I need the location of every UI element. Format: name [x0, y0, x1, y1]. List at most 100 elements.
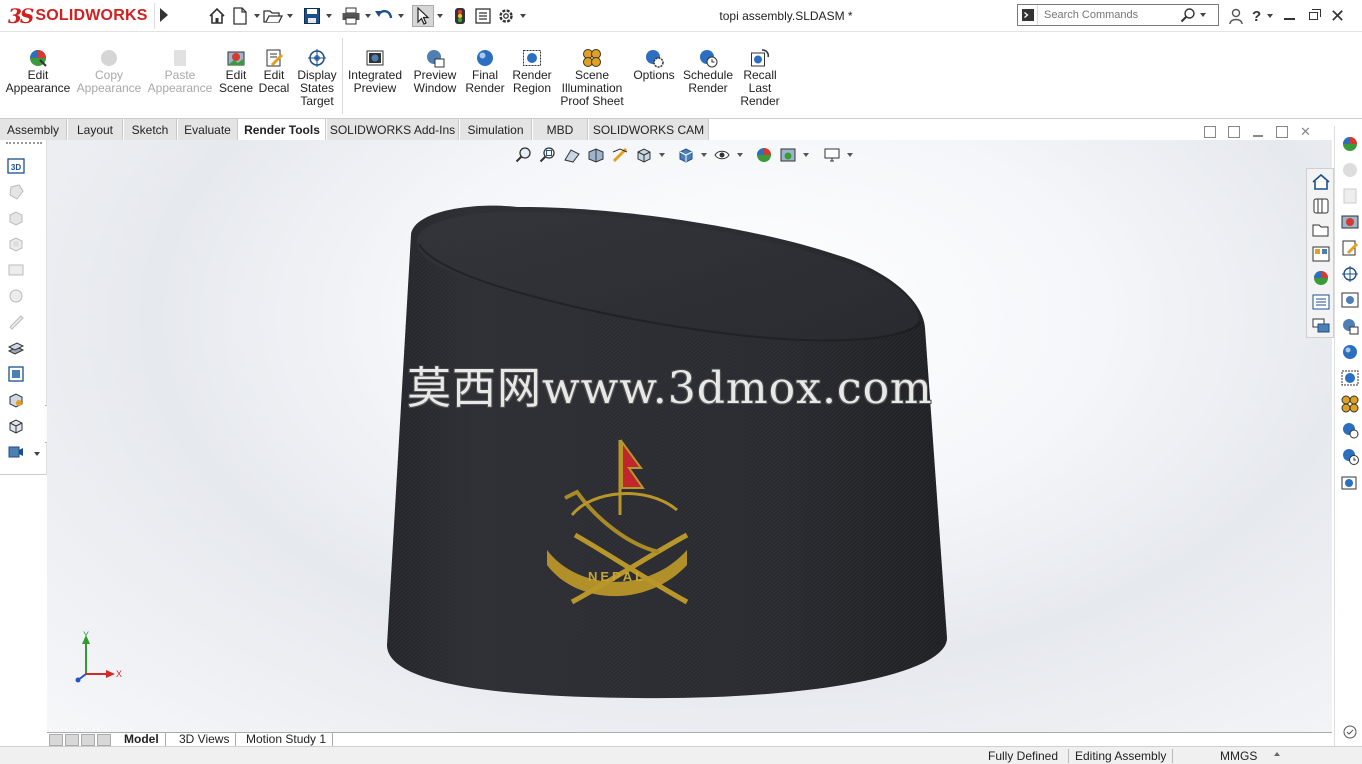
- tab-simulation[interactable]: Simulation: [460, 119, 532, 141]
- tab-assembly[interactable]: Assembly: [0, 119, 67, 141]
- custom-properties-icon[interactable]: [1311, 292, 1331, 312]
- rs-copy-appearance-icon[interactable]: [1340, 160, 1360, 180]
- rs-preview-window-icon[interactable]: [1340, 316, 1360, 336]
- tab-layout[interactable]: Layout: [68, 119, 123, 141]
- edit-appearance-button[interactable]: Edit Appearance: [0, 48, 78, 95]
- rs-schedule-render-icon[interactable]: [1340, 446, 1360, 466]
- viewport-close-icon[interactable]: ✕: [1300, 125, 1312, 138]
- rs-options-icon[interactable]: [1340, 420, 1360, 440]
- dynamic-annotation-icon[interactable]: [610, 146, 630, 164]
- graphics-area[interactable]: NEPAL 莫西网www.3dmox.com: [47, 140, 1332, 732]
- scene-appearance-icon[interactable]: [7, 391, 25, 409]
- bottom-tab-model[interactable]: Model: [118, 733, 166, 747]
- appearance-disabled-icon-6[interactable]: [7, 313, 25, 331]
- bottom-tab-motion-study-1[interactable]: Motion Study 1: [240, 733, 334, 747]
- tab-solidworks-cam[interactable]: SOLIDWORKS CAM: [589, 119, 709, 141]
- appearance-disabled-icon-4[interactable]: [7, 261, 25, 279]
- open-folder-icon[interactable]: [262, 5, 284, 27]
- rebuild-traffic-light-icon[interactable]: [449, 5, 471, 27]
- help-icon[interactable]: ?: [1252, 7, 1274, 25]
- search-commands-input[interactable]: [1038, 9, 1178, 21]
- rs-recall-last-render-icon[interactable]: [1340, 472, 1360, 492]
- print-icon[interactable]: [340, 5, 362, 27]
- rs-paste-appearance-icon[interactable]: [1340, 186, 1360, 206]
- viewport-minimize-icon[interactable]: [1252, 126, 1264, 138]
- 3d-view-icon[interactable]: 3D: [7, 157, 25, 175]
- appearance-disabled-icon-5[interactable]: [7, 287, 25, 305]
- view-settings-monitor-icon[interactable]: [822, 146, 842, 164]
- new-dropdown[interactable]: [252, 5, 261, 27]
- select-dropdown[interactable]: [435, 5, 444, 27]
- solidworks-logo[interactable]: 3S SOLIDWORKS: [8, 3, 155, 29]
- camera-dropdown[interactable]: [34, 452, 40, 456]
- view-palette-icon[interactable]: [1311, 244, 1331, 264]
- restore-icon[interactable]: [1306, 7, 1322, 25]
- section-view-icon[interactable]: [7, 339, 25, 357]
- tab-mbd[interactable]: MBD: [533, 119, 588, 141]
- hide-show-dropdown[interactable]: [736, 146, 744, 164]
- design-library-icon[interactable]: [1311, 196, 1331, 216]
- rs-scene-illumination-icon[interactable]: [1340, 394, 1360, 414]
- last-tab-nav-icon[interactable]: [97, 734, 111, 746]
- open-dropdown[interactable]: [285, 5, 294, 27]
- viewport-tile-right-icon[interactable]: [1228, 126, 1240, 138]
- search-magnifier-icon[interactable]: [1178, 5, 1198, 25]
- panel-gripper[interactable]: [6, 142, 42, 146]
- appearance-disabled-icon-3[interactable]: [7, 235, 25, 253]
- appearances-scenes-decals-icon[interactable]: [1311, 268, 1331, 288]
- next-tab-nav-icon[interactable]: [81, 734, 95, 746]
- print-dropdown[interactable]: [363, 5, 372, 27]
- undo-icon[interactable]: [373, 5, 395, 27]
- section-view-hud-icon[interactable]: [586, 146, 606, 164]
- file-explorer-icon[interactable]: [1311, 220, 1331, 240]
- view-settings-dropdown[interactable]: [846, 146, 854, 164]
- undo-dropdown[interactable]: [396, 5, 405, 27]
- tab-evaluate[interactable]: Evaluate: [178, 119, 238, 141]
- save-dropdown[interactable]: [324, 5, 333, 27]
- edit-appearance-hud-icon[interactable]: [754, 146, 774, 164]
- select-pointer-icon[interactable]: [412, 5, 434, 27]
- viewport-restore-icon[interactable]: [1276, 126, 1288, 138]
- display-style-dropdown[interactable]: [700, 146, 708, 164]
- recall-last-render-button[interactable]: Recall Last Render: [720, 48, 800, 108]
- minimize-icon[interactable]: [1282, 7, 1298, 25]
- search-dropdown[interactable]: [1198, 13, 1208, 17]
- rs-display-states-target-icon[interactable]: [1340, 264, 1360, 284]
- solidworks-forum-icon[interactable]: [1311, 316, 1331, 336]
- prev-tab-nav-icon[interactable]: [65, 734, 79, 746]
- hide-show-items-icon[interactable]: [712, 146, 732, 164]
- rs-edit-scene-icon[interactable]: [1340, 212, 1360, 232]
- copy-appearance-button[interactable]: Copy Appearance: [69, 48, 149, 95]
- solidworks-resources-home-icon[interactable]: [1311, 172, 1331, 192]
- close-icon[interactable]: ✕: [1330, 7, 1346, 25]
- view-orientation-icon[interactable]: [7, 417, 25, 435]
- command-search-type-icon[interactable]: [1018, 5, 1038, 25]
- bottom-tab-3d-views[interactable]: 3D Views: [173, 733, 237, 747]
- appearance-disabled-icon-2[interactable]: [7, 209, 25, 227]
- appearance-disabled-icon-1[interactable]: [7, 183, 25, 201]
- zoom-to-fit-icon[interactable]: [514, 146, 534, 164]
- unit-system-selector[interactable]: MMGS: [1220, 749, 1257, 763]
- rs-integrated-preview-icon[interactable]: [1340, 290, 1360, 310]
- previous-view-icon[interactable]: [562, 146, 582, 164]
- apply-scene-icon[interactable]: [778, 146, 798, 164]
- zoom-to-area-icon[interactable]: [538, 146, 558, 164]
- tab-render-tools[interactable]: Render Tools: [239, 119, 326, 141]
- home-icon[interactable]: [206, 5, 228, 27]
- unit-system-dropdown[interactable]: [1274, 752, 1280, 756]
- viewport-tile-left-icon[interactable]: [1204, 126, 1216, 138]
- view-orientation-hud-icon[interactable]: [634, 146, 654, 164]
- first-tab-nav-icon[interactable]: [49, 734, 63, 746]
- rs-edit-decal-icon[interactable]: [1340, 238, 1360, 258]
- display-pane-icon[interactable]: [7, 365, 25, 383]
- rs-final-render-icon[interactable]: [1340, 342, 1360, 362]
- rs-status-bar-icon[interactable]: [1340, 722, 1360, 742]
- new-document-icon[interactable]: [229, 5, 251, 27]
- menu-expand-arrow-icon[interactable]: [160, 8, 168, 22]
- display-style-icon[interactable]: [676, 146, 696, 164]
- options-dropdown[interactable]: [518, 5, 527, 27]
- save-icon[interactable]: [301, 5, 323, 27]
- user-account-icon[interactable]: [1228, 7, 1244, 25]
- camera-icon[interactable]: [7, 443, 25, 461]
- tab-solidworks-add-ins[interactable]: SOLIDWORKS Add-Ins: [327, 119, 459, 141]
